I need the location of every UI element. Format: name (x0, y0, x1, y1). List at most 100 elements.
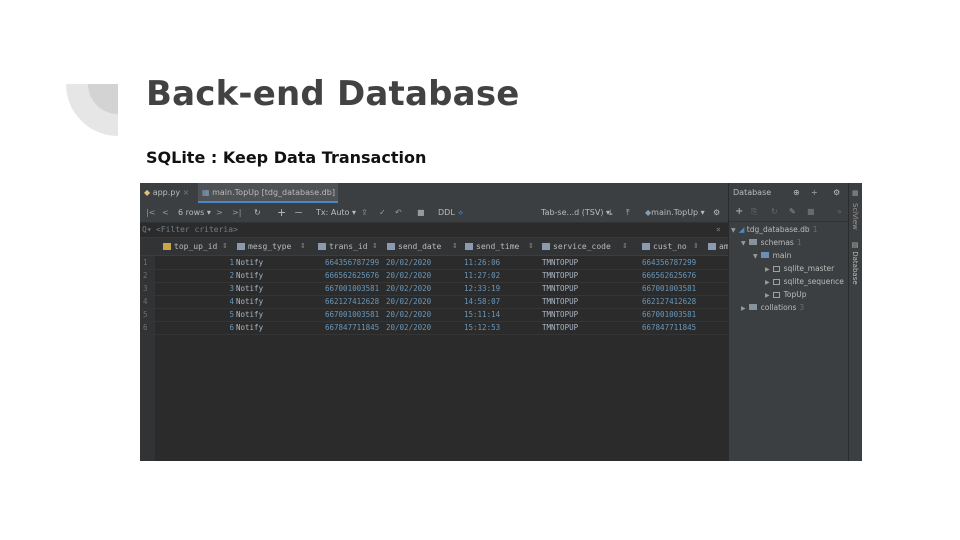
table-cell-mesg_type[interactable]: Notify (236, 256, 296, 269)
add-row-icon[interactable]: + (277, 203, 286, 222)
table-cell-mesg_type[interactable]: Notify (236, 295, 296, 308)
commit-icon[interactable]: ✓ (379, 203, 386, 222)
stop-icon[interactable]: ■ (807, 203, 815, 221)
more-icon[interactable]: » (837, 203, 842, 221)
table-cell-trans_id[interactable]: 667001003581 (325, 308, 383, 321)
submit-icon[interactable]: ⇪ (361, 203, 368, 222)
last-page-icon[interactable]: >| (232, 203, 241, 222)
table-cell-mesg_type[interactable]: Notify (236, 321, 296, 334)
table-cell-mesg_type[interactable]: Notify (236, 269, 296, 282)
sort-icon[interactable]: ⇕ (372, 238, 378, 255)
column-header-cust_no[interactable]: cust_no (642, 238, 687, 255)
table-cell-top_up_id[interactable]: 5 (206, 308, 234, 321)
tree-node-sqlite_master[interactable]: ▶ sqlite_master (765, 263, 834, 275)
delete-row-icon[interactable]: − (294, 203, 303, 222)
column-header-send_time[interactable]: send_time (465, 238, 519, 255)
table-cell-send_time[interactable]: 11:26:06 (464, 256, 524, 269)
tab-main-topup[interactable]: ▦ main.TopUp [tdg_database.db] × (198, 183, 338, 217)
table-cell-service_code[interactable]: TMNTOPUP (542, 256, 612, 269)
tree-node-collations[interactable]: ▶ collations 3 (741, 302, 804, 314)
table-cell-send_time[interactable]: 15:11:14 (464, 308, 524, 321)
table-cell-service_code[interactable]: TMNTOPUP (542, 308, 612, 321)
table-cell-trans_id[interactable]: 667847711845 (325, 321, 383, 334)
table-row[interactable]: 3 3 Notify 667001003581 20/02/2020 12:33:19 TM… (140, 282, 728, 296)
table-cell-send_time[interactable]: 15:12:53 (464, 321, 524, 334)
table-cell-service_code[interactable]: TMNTOPUP (542, 295, 612, 308)
refresh-icon[interactable]: ↻ (771, 203, 778, 221)
filter-input[interactable]: <Filter criteria> (156, 223, 238, 237)
table-cell-top_up_id[interactable]: 1 (206, 256, 234, 269)
table-cell-service_code[interactable]: TMNTOPUP (542, 321, 612, 334)
table-cell-send_date[interactable]: 20/02/2020 (386, 269, 446, 282)
pin-icon[interactable]: ⟡ (458, 203, 463, 222)
table-selector-dropdown[interactable]: ◆main.TopUp ▾ (645, 203, 705, 222)
stop-icon[interactable]: ■ (417, 203, 425, 222)
table-cell-cust_no[interactable]: 664356787299 (642, 256, 702, 269)
table-cell-send_date[interactable]: 20/02/2020 (386, 256, 446, 269)
table-cell-cust_no[interactable]: 662127412628 (642, 295, 702, 308)
close-icon[interactable]: × (183, 188, 190, 197)
column-header-am[interactable]: am (708, 238, 729, 255)
table-cell-service_code[interactable]: TMNTOPUP (542, 282, 612, 295)
import-icon[interactable]: ⤒ (626, 203, 630, 222)
table-row[interactable]: 6 6 Notify 667847711845 20/02/2020 15:12:53 TM… (140, 321, 728, 335)
next-page-icon[interactable]: > (216, 203, 223, 222)
table-cell-top_up_id[interactable]: 4 (206, 295, 234, 308)
ddl-button[interactable]: DDL (438, 203, 455, 222)
tree-node-database[interactable]: ▼ ◢ tdg_database.db 1 (731, 224, 817, 236)
close-icon[interactable]: × (716, 223, 721, 237)
filter-bar[interactable]: Q▾ <Filter criteria> × (140, 223, 728, 238)
extractor-dropdown[interactable]: Tab-se...d (TSV) ▾ (541, 203, 610, 222)
tree-node-main[interactable]: ▼ main (753, 250, 791, 262)
table-cell-trans_id[interactable]: 664356787299 (325, 256, 383, 269)
gear-icon[interactable]: ⚙ (713, 203, 720, 222)
table-cell-cust_no[interactable]: 667001003581 (642, 308, 702, 321)
table-cell-top_up_id[interactable]: 3 (206, 282, 234, 295)
table-cell-mesg_type[interactable]: Notify (236, 308, 296, 321)
tree-node-topup[interactable]: ▶ TopUp (765, 289, 807, 301)
gear-icon[interactable]: ⚙ (833, 183, 840, 203)
column-header-top_up_id[interactable]: top_up_id (163, 238, 217, 255)
sort-icon[interactable]: ⇕ (693, 238, 699, 255)
sort-icon[interactable]: ⇕ (622, 238, 628, 255)
globe-icon[interactable]: ⊕ (793, 183, 800, 203)
table-cell-mesg_type[interactable]: Notify (236, 282, 296, 295)
table-cell-send_time[interactable]: 11:27:02 (464, 269, 524, 282)
copy-icon[interactable]: ⎘ (751, 203, 757, 221)
table-cell-cust_no[interactable]: 667001003581 (642, 282, 702, 295)
table-cell-send_time[interactable]: 12:33:19 (464, 282, 524, 295)
sort-icon[interactable]: ⇕ (222, 238, 228, 255)
transaction-mode-dropdown[interactable]: Tx: Auto ▾ (316, 203, 356, 222)
tab-app-py[interactable]: ◆ app.py × (144, 183, 196, 203)
first-page-icon[interactable]: |< (146, 203, 155, 222)
table-row[interactable]: 1 1 Notify 664356787299 20/02/2020 11:26:06 TM… (140, 256, 728, 270)
table-cell-send_date[interactable]: 20/02/2020 (386, 295, 446, 308)
table-cell-trans_id[interactable]: 667001003581 (325, 282, 383, 295)
prev-page-icon[interactable]: < (162, 203, 169, 222)
rollback-icon[interactable]: ↶ (395, 203, 402, 222)
database-tool-tab[interactable]: ▤ Database (851, 241, 859, 285)
tree-node-schemas[interactable]: ▼ schemas 1 (741, 237, 802, 249)
sort-icon[interactable]: ⇕ (452, 238, 458, 255)
table-row[interactable]: 4 4 Notify 662127412628 20/02/2020 14:58:07 TM… (140, 295, 728, 309)
tree-node-sqlite_sequence[interactable]: ▶ sqlite_sequence (765, 276, 844, 288)
table-cell-service_code[interactable]: TMNTOPUP (542, 269, 612, 282)
table-cell-trans_id[interactable]: 666562625676 (325, 269, 383, 282)
collapse-icon[interactable]: ÷ (811, 183, 818, 203)
add-icon[interactable]: + (735, 203, 743, 221)
sort-icon[interactable]: ⇕ (528, 238, 534, 255)
table-cell-trans_id[interactable]: 662127412628 (325, 295, 383, 308)
export-icon[interactable]: ⤓ (609, 203, 613, 222)
table-cell-send_date[interactable]: 20/02/2020 (386, 282, 446, 295)
refresh-icon[interactable]: ↻ (254, 203, 261, 222)
table-row[interactable]: 5 5 Notify 667001003581 20/02/2020 15:11:14 TM… (140, 308, 728, 322)
table-cell-top_up_id[interactable]: 6 (206, 321, 234, 334)
table-row[interactable]: 2 2 Notify 666562625676 20/02/2020 11:27:02 TM… (140, 269, 728, 283)
column-header-trans_id[interactable]: trans_id (318, 238, 368, 255)
table-cell-send_time[interactable]: 14:58:07 (464, 295, 524, 308)
column-header-mesg_type[interactable]: mesg_type (237, 238, 291, 255)
rows-count-dropdown[interactable]: 6 rows ▾ (178, 203, 211, 222)
table-cell-send_date[interactable]: 20/02/2020 (386, 321, 446, 334)
table-cell-cust_no[interactable]: 667847711845 (642, 321, 702, 334)
column-header-send_date[interactable]: send_date (387, 238, 441, 255)
